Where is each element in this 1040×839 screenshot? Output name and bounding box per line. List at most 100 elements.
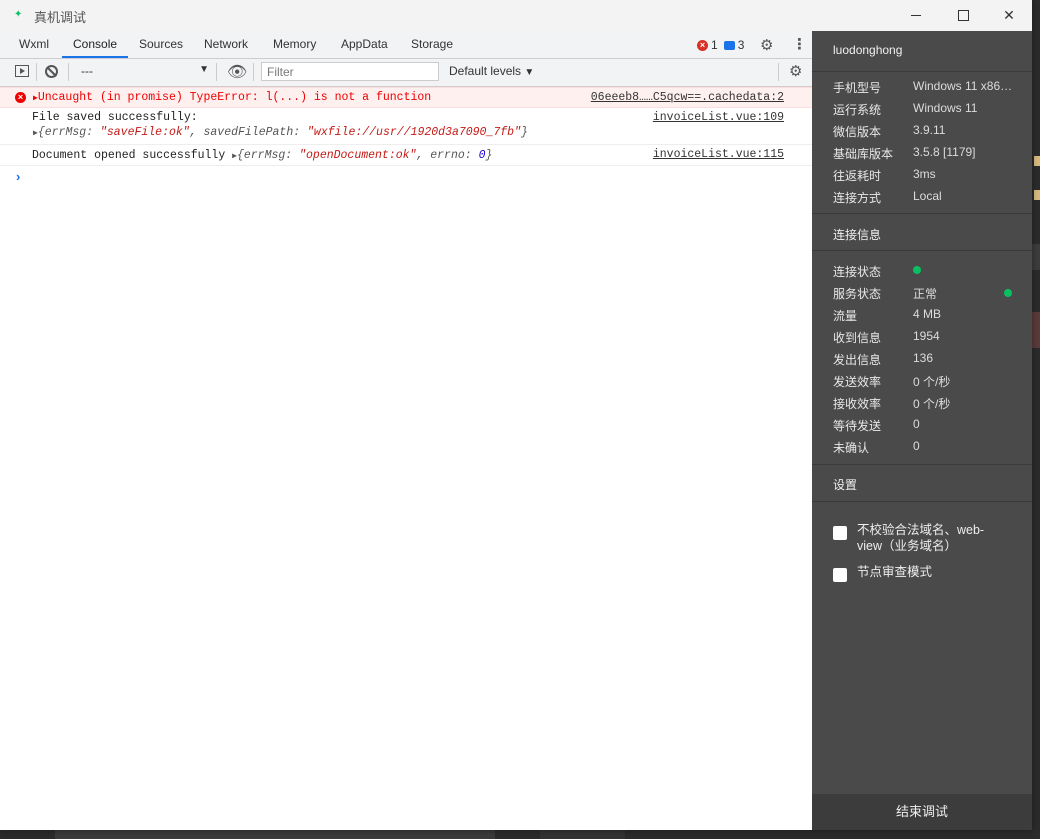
device-value: 3ms: [913, 167, 936, 181]
toolbar-divider: [216, 63, 217, 81]
live-expression-eye-icon[interactable]: 👁: [227, 62, 247, 82]
devtools-pane: Wxml Console Sources Network Memory AppD…: [0, 31, 812, 830]
device-key: 基础库版本: [833, 147, 894, 161]
connection-key: 未确认: [833, 441, 870, 455]
log-source-link[interactable]: invoiceList.vue:109: [653, 111, 784, 124]
error-source-link[interactable]: 06eeeb8……C5qcw==.cachedata:2: [591, 91, 784, 104]
connection-key: 连接状态: [833, 265, 882, 279]
error-icon: ×: [15, 92, 26, 103]
minimize-button[interactable]: [893, 0, 939, 31]
connection-value: 0 个/秒: [913, 375, 951, 389]
settings-gear-icon[interactable]: ⚙: [760, 36, 773, 54]
connection-status-dot-icon: [913, 266, 921, 274]
device-value: Windows 11: [913, 101, 978, 115]
node-inspect-checkbox[interactable]: [833, 568, 847, 582]
object-key: savedFilePath: [203, 126, 294, 139]
background-highlight: [1032, 312, 1040, 348]
device-key: 微信版本: [833, 125, 882, 139]
connection-row: 等待发送 0: [833, 417, 1023, 437]
skip-domain-check-checkbox[interactable]: [833, 526, 847, 540]
tab-memory[interactable]: Memory: [273, 31, 316, 58]
device-key: 连接方式: [833, 191, 882, 205]
title-bar[interactable]: ✦ 真机调试 ✕: [0, 0, 1032, 31]
tab-sources[interactable]: Sources: [139, 31, 183, 58]
background-bar: [540, 830, 625, 839]
device-value: 3.9.11: [913, 123, 946, 137]
device-row: 往返耗时 3ms: [833, 167, 1023, 187]
skip-domain-check-label: 不校验合法域名、web-view（业务域名）: [857, 523, 985, 553]
minimize-icon: [911, 15, 921, 16]
log-source-link[interactable]: invoiceList.vue:115: [653, 148, 784, 161]
service-status-dot-icon: [1004, 289, 1012, 297]
device-row: 运行系统 Windows 11: [833, 101, 1023, 121]
device-row: 手机型号 Windows 11 x86…: [833, 79, 1023, 99]
connection-row: 未确认 0: [833, 439, 1023, 459]
device-value: 3.5.8 [1179]: [913, 145, 976, 159]
connection-key: 发送效率: [833, 375, 882, 389]
object-value: "openDocument:ok": [299, 149, 417, 162]
device-key: 往返耗时: [833, 169, 882, 183]
close-button[interactable]: ✕: [986, 0, 1032, 31]
object-value: "wxfile://usr//1920d3a7090_7fb": [307, 126, 521, 139]
context-selector[interactable]: --- ▼: [81, 64, 209, 78]
device-value: Windows 11 x86…: [913, 79, 1013, 93]
background-token: [1034, 156, 1040, 166]
wechat-devtools-icon: ✦: [14, 9, 23, 20]
connection-key: 服务状态: [833, 287, 882, 301]
log-message: File saved successfully:: [32, 111, 198, 124]
panel-divider: [812, 250, 1032, 251]
connection-key: 等待发送: [833, 419, 882, 433]
tab-appdata[interactable]: AppData: [341, 31, 388, 58]
object-close-brace: }: [520, 126, 528, 139]
console-prompt-row[interactable]: ›: [0, 166, 812, 186]
connection-value: 正常: [913, 287, 938, 301]
object-open-brace: {: [37, 126, 45, 139]
connection-value: 0: [913, 439, 920, 453]
end-debug-button[interactable]: 结束调试: [812, 794, 1032, 830]
tab-wxml[interactable]: Wxml: [19, 31, 49, 58]
device-row: 微信版本 3.9.11: [833, 123, 1023, 143]
tab-network[interactable]: Network: [204, 31, 248, 58]
error-count-icon: ×: [697, 39, 708, 51]
context-value: ---: [81, 64, 93, 78]
device-row: 基础库版本 3.5.8 [1179]: [833, 145, 1023, 165]
device-key: 手机型号: [833, 81, 882, 95]
connection-row: 服务状态 正常: [833, 285, 1023, 305]
toolbar-divider: [253, 63, 254, 81]
log-levels-dropdown[interactable]: Default levels ▼: [449, 64, 534, 78]
connection-value: 1954: [913, 329, 940, 343]
panel-divider: [812, 501, 1032, 502]
console-log-row[interactable]: File saved successfully: ▶{errMsg: "save…: [0, 108, 812, 145]
clear-console-icon[interactable]: [45, 65, 58, 78]
connection-key: 发出信息: [833, 353, 882, 367]
panel-divider: [812, 464, 1032, 465]
maximize-icon: [957, 10, 969, 21]
object-key: errMsg: [243, 149, 286, 162]
show-sidebar-icon[interactable]: [15, 65, 29, 77]
connection-row: 连接状态: [833, 263, 1023, 283]
console-toolbar: --- ▼ 👁 Filter Default levels ▼ ⚙: [0, 59, 812, 87]
connection-row: 发出信息 136: [833, 351, 1023, 371]
console-log-row[interactable]: Document opened successfully ▶{errMsg: "…: [0, 145, 812, 166]
console-error-row[interactable]: × ▶Uncaught (in promise) TypeError: l(..…: [0, 87, 812, 108]
tab-console[interactable]: Console: [62, 31, 129, 58]
panel-divider: [812, 71, 1032, 72]
tab-storage[interactable]: Storage: [411, 31, 453, 58]
issue-counters[interactable]: × 1 3: [697, 37, 744, 53]
connection-key: 流量: [833, 309, 858, 323]
connection-value: 0 个/秒: [913, 397, 951, 411]
node-inspect-label: 节点审查模式: [857, 565, 933, 579]
connection-value: 4 MB: [913, 307, 942, 321]
background-line: [1032, 244, 1040, 270]
object-value: "saveFile:ok": [99, 126, 190, 139]
more-options-icon[interactable]: ⋮: [792, 35, 807, 53]
error-count: 1: [711, 38, 718, 52]
connection-row: 发送效率 0 个/秒: [833, 373, 1023, 393]
console-settings-gear-icon[interactable]: ⚙: [789, 62, 802, 80]
console-output: × ▶Uncaught (in promise) TypeError: l(..…: [0, 87, 812, 186]
caret-down-icon: ▼: [524, 67, 535, 78]
connection-row: 接收效率 0 个/秒: [833, 395, 1023, 415]
maximize-button[interactable]: [940, 0, 986, 31]
filter-input[interactable]: Filter: [261, 62, 439, 81]
connection-value: 0: [913, 417, 920, 431]
